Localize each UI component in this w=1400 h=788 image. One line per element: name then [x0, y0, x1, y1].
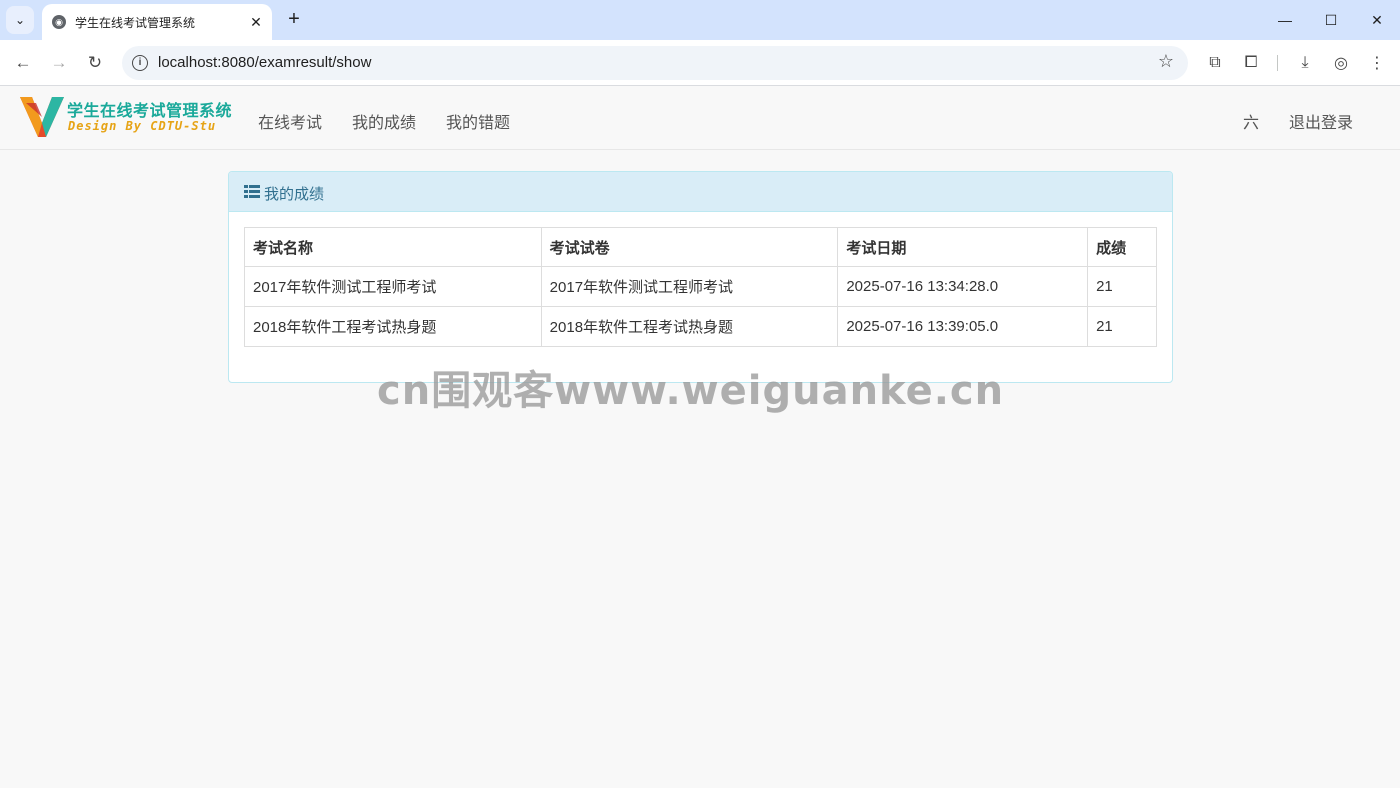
header-exam-paper: 考试试卷: [540, 227, 839, 267]
reload-icon[interactable]: ↻: [82, 50, 108, 76]
close-tab-icon[interactable]: ✕: [246, 12, 266, 32]
globe-icon: ◉: [52, 15, 66, 29]
download-icon[interactable]: ⤓: [1294, 52, 1316, 74]
bookmark-star-icon[interactable]: ☆: [1158, 51, 1174, 72]
logout-link[interactable]: 退出登录: [1289, 109, 1353, 133]
new-tab-button[interactable]: +: [282, 8, 306, 32]
maximize-icon[interactable]: ☐: [1308, 0, 1354, 40]
page-content: 学生在线考试管理系统 Design By CDTU-Stu 在线考试 我的成绩 …: [0, 87, 1400, 788]
tab-search-button[interactable]: ⌄: [6, 6, 34, 34]
cell-exam-paper: 2018年软件工程考试热身题: [540, 306, 839, 347]
scores-panel: 我的成绩 考试名称 考试试卷 考试日期 成绩 2017年软件测试工程师考试 20…: [228, 171, 1173, 383]
minimize-icon[interactable]: —: [1262, 0, 1308, 40]
nav-my-scores[interactable]: 我的成绩: [352, 109, 416, 133]
address-bar[interactable]: i localhost:8080/examresult/show ☆: [122, 46, 1188, 80]
nav-my-mistakes[interactable]: 我的错题: [446, 109, 510, 133]
list-icon: [244, 185, 260, 198]
toolbar-divider: [1277, 55, 1278, 71]
panel-title: 我的成绩: [264, 186, 325, 203]
table-header-row: 考试名称 考试试卷 考试日期 成绩: [244, 227, 1157, 267]
nav-online-exam[interactable]: 在线考试: [258, 109, 322, 133]
browser-tabstrip: ⌄ ◉ 学生在线考试管理系统 ✕ + — ☐ ✕: [0, 0, 1400, 40]
logo-title: 学生在线考试管理系统: [67, 103, 233, 120]
profile-icon[interactable]: ◎: [1330, 52, 1352, 74]
watermark-text: cn围观客www.weiguanke.cn: [377, 368, 1005, 414]
browser-toolbar: ← → ↻ i localhost:8080/examresult/show ☆…: [0, 40, 1400, 86]
window-close-icon[interactable]: ✕: [1354, 0, 1400, 40]
site-logo[interactable]: 学生在线考试管理系统 Design By CDTU-Stu: [18, 93, 233, 141]
user-name[interactable]: 六: [1243, 109, 1259, 133]
chevron-down-icon: ⌄: [14, 13, 26, 27]
url-text[interactable]: localhost:8080/examresult/show: [158, 54, 371, 71]
site-info-icon[interactable]: i: [132, 55, 148, 71]
header-exam-name: 考试名称: [244, 227, 542, 267]
logo-v-icon: [20, 97, 64, 137]
cell-exam-name: 2018年软件工程考试热身题: [244, 306, 542, 347]
cell-exam-name: 2017年软件测试工程师考试: [244, 266, 542, 307]
cell-exam-date: 2025-07-16 13:39:05.0: [837, 306, 1089, 347]
tab-title: 学生在线考试管理系统: [75, 15, 196, 30]
table-row: 2017年软件测试工程师考试 2017年软件测试工程师考试 2025-07-16…: [244, 266, 1157, 307]
forward-arrow-icon[interactable]: →: [46, 50, 72, 76]
cell-score: 21: [1087, 306, 1157, 347]
table-row: 2018年软件工程考试热身题 2018年软件工程考试热身题 2025-07-16…: [244, 306, 1157, 347]
cell-score: 21: [1087, 266, 1157, 307]
browser-tab[interactable]: ◉ 学生在线考试管理系统 ✕: [42, 4, 272, 40]
site-navbar: 学生在线考试管理系统 Design By CDTU-Stu 在线考试 我的成绩 …: [0, 87, 1400, 150]
extensions-icon[interactable]: ⧠: [1240, 52, 1262, 74]
cell-exam-paper: 2017年软件测试工程师考试: [540, 266, 839, 307]
logo-subtitle: Design By CDTU-Stu: [68, 119, 217, 133]
header-score: 成绩: [1087, 227, 1157, 267]
more-menu-icon[interactable]: ⋮: [1366, 52, 1388, 74]
results-table: 考试名称 考试试卷 考试日期 成绩 2017年软件测试工程师考试 2017年软件…: [244, 227, 1157, 347]
back-arrow-icon[interactable]: ←: [10, 50, 36, 76]
crop-icon[interactable]: ⧉: [1204, 52, 1226, 74]
cell-exam-date: 2025-07-16 13:34:28.0: [837, 266, 1089, 307]
panel-heading: 我的成绩: [229, 172, 1172, 212]
header-exam-date: 考试日期: [837, 227, 1089, 267]
